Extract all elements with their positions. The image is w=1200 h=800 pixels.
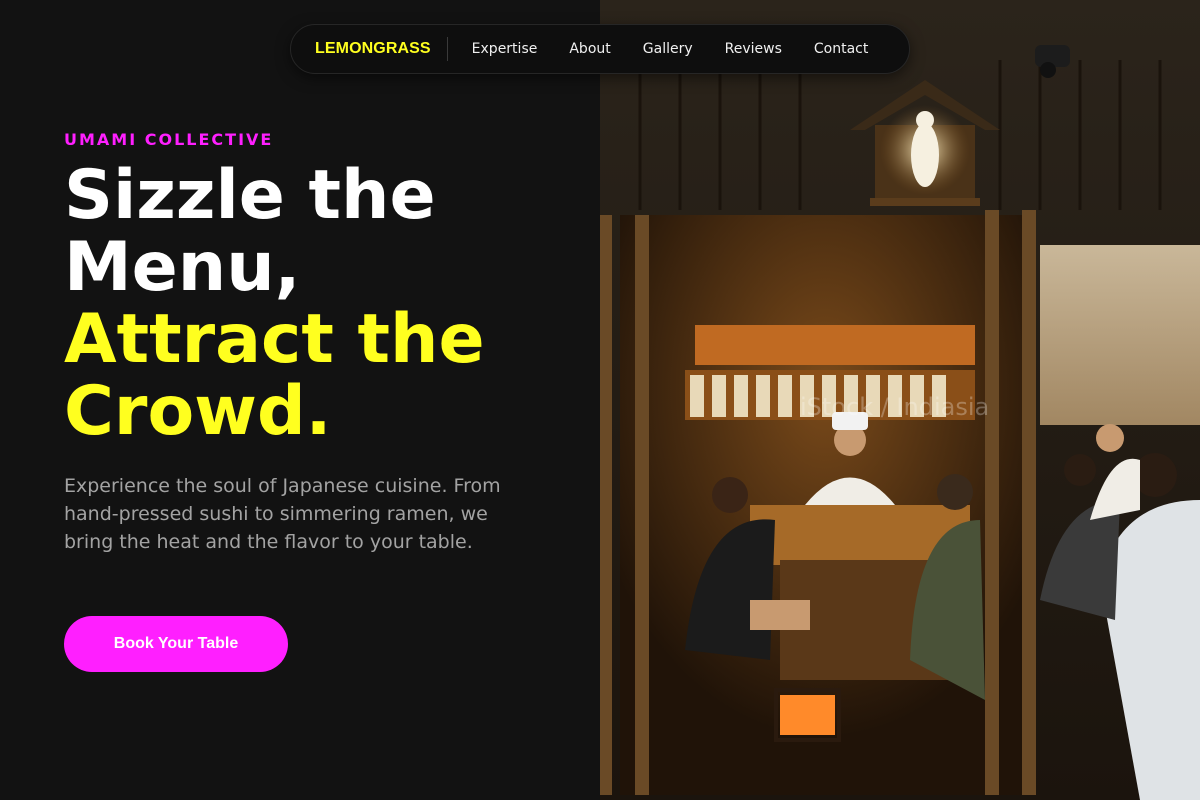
- hero-description: Experience the soul of Japanese cuisine.…: [64, 475, 501, 553]
- headline-line-4: Crowd.: [64, 372, 332, 451]
- nav-link-gallery[interactable]: Gallery: [643, 41, 693, 57]
- headline-line-3: Attract the: [64, 300, 485, 379]
- hero-eyebrow: UMAMI COLLECTIVE: [64, 130, 274, 149]
- noren-curtain: [1040, 245, 1200, 425]
- hero-photo-panel: iStock / Indiasia: [600, 0, 1200, 800]
- nav-link-expertise[interactable]: Expertise: [472, 41, 538, 57]
- headline-line-2: Menu,: [64, 228, 301, 307]
- hero-left-panel: UMAMI COLLECTIVE Sizzle the Menu, Attrac…: [0, 0, 600, 800]
- nav-divider: [446, 37, 448, 61]
- book-table-button[interactable]: Book Your Table: [64, 616, 288, 672]
- hero-headline: Sizzle the Menu, Attract the Crowd.: [64, 160, 584, 448]
- headline-line-1: Sizzle the: [64, 156, 436, 235]
- nav-link-about[interactable]: About: [569, 41, 610, 57]
- nav-links: Expertise About Gallery Reviews Contact: [472, 41, 869, 57]
- nav-link-reviews[interactable]: Reviews: [725, 41, 782, 57]
- restaurant-photo: iStock / Indiasia: [600, 0, 1200, 800]
- main-nav: LEMONGRASS Expertise About Gallery Revie…: [290, 24, 910, 74]
- nav-link-contact[interactable]: Contact: [814, 41, 868, 57]
- photo-watermark: iStock / Indiasia: [800, 393, 989, 421]
- brand-logo[interactable]: LEMONGRASS: [291, 40, 447, 58]
